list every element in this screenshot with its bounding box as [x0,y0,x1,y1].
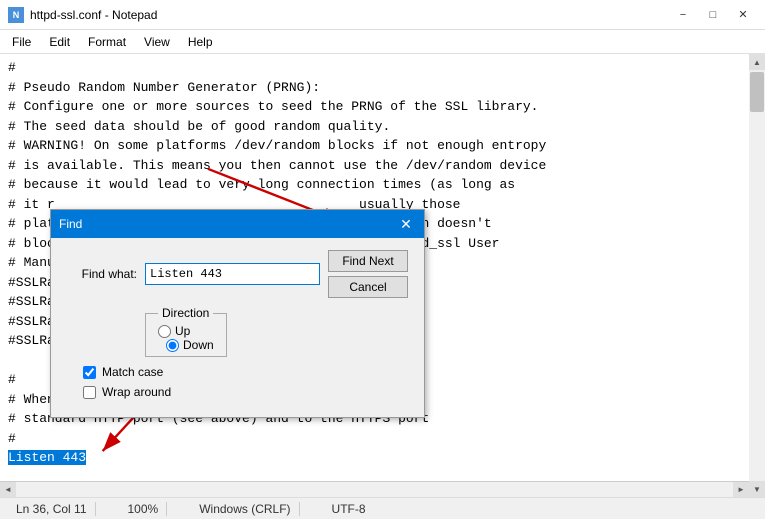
title-bar: N httpd-ssl.conf - Notepad − □ ✕ [0,0,765,30]
radio-down-text: Down [183,338,214,352]
radio-down[interactable] [166,339,179,352]
menu-help[interactable]: Help [180,33,221,51]
scroll-right-arrow[interactable]: ► [733,482,749,498]
find-next-button[interactable]: Find Next [328,250,408,272]
status-bar: Ln 36, Col 11 100% Windows (CRLF) UTF-8 [0,497,765,519]
menu-view[interactable]: View [136,33,178,51]
status-zoom: 100% [120,502,168,516]
window-controls: − □ ✕ [669,6,757,24]
radio-up[interactable] [158,325,171,338]
cancel-button[interactable]: Cancel [328,276,408,298]
find-dialog-close-button[interactable]: ✕ [396,214,416,234]
scroll-up-arrow[interactable]: ▲ [749,54,765,70]
find-dialog-title-bar: Find ✕ [51,210,424,238]
menu-edit[interactable]: Edit [41,33,78,51]
menu-format[interactable]: Format [80,33,134,51]
title-bar-left: N httpd-ssl.conf - Notepad [8,7,157,23]
find-dialog-title-text: Find [59,217,82,231]
scroll-down-arrow[interactable]: ▼ [749,481,765,497]
scroll-thumb[interactable] [750,72,764,112]
find-what-row: Find what: Find Next Cancel [67,250,408,298]
notepad-icon: N [8,7,24,23]
close-button[interactable]: ✕ [729,6,757,24]
direction-fieldset: Direction Up Down [145,306,227,357]
find-what-input[interactable] [145,263,320,285]
direction-group-wrapper: Direction Up Down [145,306,408,357]
status-encoding: UTF-8 [324,502,374,516]
window-title: httpd-ssl.conf - Notepad [30,8,157,22]
radio-up-text: Up [175,324,190,338]
radio-down-label[interactable]: Down [166,338,214,352]
maximize-button[interactable]: □ [699,6,727,24]
editor-container: # # Pseudo Random Number Generator (PRNG… [0,54,765,497]
minimize-button[interactable]: − [669,6,697,24]
wrap-around-checkbox[interactable] [83,386,96,399]
scroll-left-arrow[interactable]: ◄ [0,482,16,498]
match-case-label: Match case [102,365,163,379]
wrap-around-label: Wrap around [102,385,171,399]
match-case-row[interactable]: Match case [83,365,408,379]
wrap-around-row[interactable]: Wrap around [83,385,408,399]
scrollbar-right[interactable]: ▲ ▼ [749,54,765,497]
status-line-col: Ln 36, Col 11 [8,502,96,516]
radio-up-label[interactable]: Up [158,324,214,338]
match-case-checkbox[interactable] [83,366,96,379]
status-line-ending: Windows (CRLF) [191,502,299,516]
find-dialog-body: Find what: Find Next Cancel Direction Up [51,238,424,417]
menu-bar: File Edit Format View Help [0,30,765,54]
find-what-label: Find what: [67,267,137,281]
menu-file[interactable]: File [4,33,39,51]
highlighted-text: Listen 443 [8,450,86,465]
scrollbar-bottom[interactable]: ◄ ► [0,481,749,497]
direction-legend: Direction [158,306,213,320]
find-dialog: Find ✕ Find what: Find Next Cancel Direc… [50,209,425,418]
